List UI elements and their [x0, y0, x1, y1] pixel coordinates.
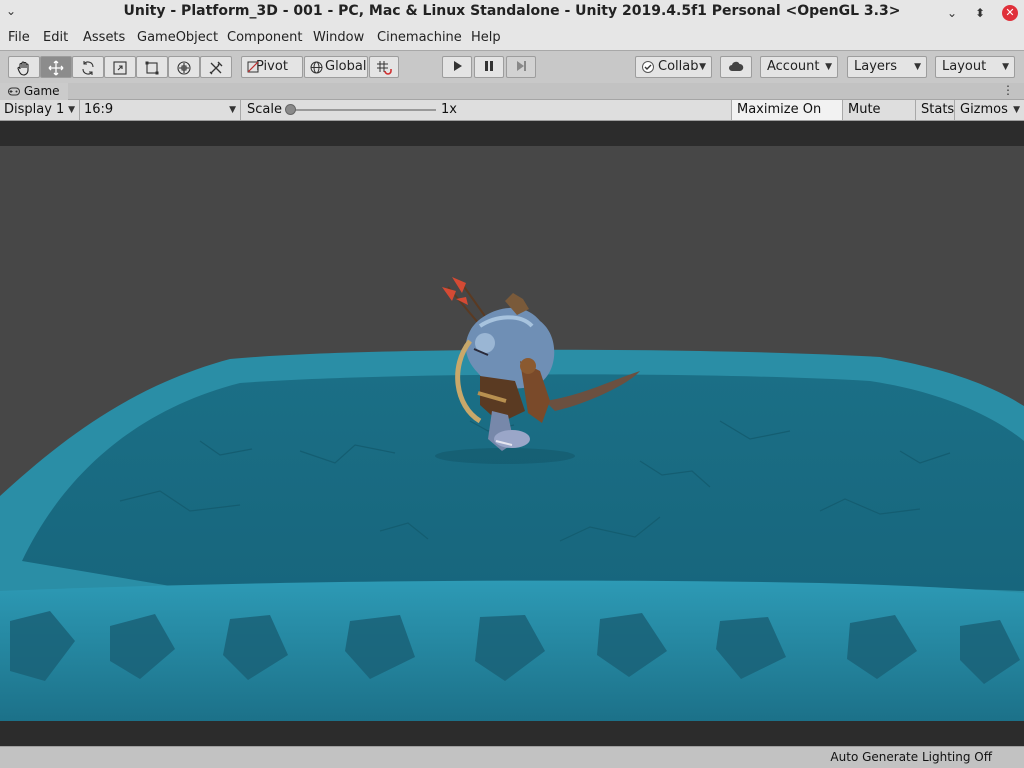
play-icon — [454, 61, 462, 71]
globe-icon — [310, 61, 323, 74]
pause-icon — [485, 61, 493, 71]
hand-tool-button[interactable] — [8, 56, 40, 78]
chevron-down-icon: ▼ — [1013, 105, 1020, 115]
window-title: Unity - Platform_3D - 001 - PC, Mac & Li… — [123, 3, 901, 19]
mute-audio-toggle[interactable]: Mute Audio — [842, 100, 916, 137]
menu-file[interactable]: File — [8, 30, 30, 45]
tab-game-label: Game — [23, 84, 60, 98]
lighting-status: Auto Generate Lighting Off — [830, 750, 992, 764]
letterbox-bottom — [0, 721, 1024, 746]
scale-label: Scale — [247, 102, 282, 117]
rotate-tool-button[interactable] — [72, 56, 104, 78]
minimize-button[interactable]: ⌄ — [944, 5, 960, 21]
collab-dropdown[interactable]: Collab ▼ — [635, 56, 712, 78]
game-scene — [0, 121, 1024, 746]
tab-game[interactable]: Game — [0, 83, 68, 100]
chevron-down-icon: ▼ — [1002, 62, 1009, 72]
game-view-controls: Display 1 ▼ 16:9 ▼ Scale 1x Maximize On … — [0, 100, 1024, 137]
menu-window[interactable]: Window — [313, 30, 364, 45]
menu-help[interactable]: Help — [471, 30, 501, 45]
hand-icon — [17, 61, 29, 76]
display-label: Display 1 — [4, 102, 65, 117]
global-label: Global — [325, 59, 367, 74]
layout-dropdown[interactable]: Layout ▼ — [935, 56, 1015, 78]
gizmos-dropdown[interactable]: Gizmos ▼ — [954, 100, 1024, 120]
game-viewport[interactable] — [0, 121, 1024, 746]
global-toggle[interactable]: Global — [304, 56, 368, 78]
account-label: Account — [767, 59, 820, 74]
menu-gameobject[interactable]: GameObject — [137, 30, 218, 45]
status-bar: Auto Generate Lighting Off — [0, 746, 1024, 768]
scale-slider-track[interactable] — [290, 109, 436, 111]
chevron-down-icon: ▼ — [914, 62, 921, 72]
play-button[interactable] — [442, 56, 472, 78]
checkmark-icon — [642, 61, 654, 73]
letterbox-top — [0, 121, 1024, 146]
cloud-icon — [729, 61, 744, 71]
menu-bar: File Edit Assets GameObject Component Wi… — [0, 26, 1024, 50]
pivot-label: Pivot — [256, 59, 288, 74]
kebab-menu-icon[interactable]: ⋮ — [1002, 83, 1014, 97]
scale-tool-button[interactable] — [104, 56, 136, 78]
custom-tools-icon — [209, 61, 223, 75]
grid-snap-button[interactable] — [369, 56, 399, 78]
chevron-down-icon: ▼ — [825, 62, 832, 72]
collab-label: Collab — [658, 59, 699, 74]
layers-dropdown[interactable]: Layers ▼ — [847, 56, 927, 78]
account-dropdown[interactable]: Account ▼ — [760, 56, 838, 78]
step-button[interactable] — [506, 56, 536, 78]
layout-label: Layout — [942, 59, 987, 74]
chevron-down-icon: ▼ — [229, 105, 236, 115]
cloud-button[interactable] — [720, 56, 752, 78]
aspect-label: 16:9 — [84, 102, 114, 117]
menu-edit[interactable]: Edit — [43, 30, 68, 45]
menu-component[interactable]: Component — [227, 30, 302, 45]
menu-assets[interactable]: Assets — [83, 30, 125, 45]
pivot-toggle[interactable]: Pivot — [241, 56, 303, 78]
pause-button[interactable] — [474, 56, 504, 78]
layers-label: Layers — [854, 59, 898, 74]
transform-icon — [177, 61, 191, 75]
pivot-icon — [247, 61, 259, 73]
aspect-dropdown[interactable]: 16:9 ▼ — [80, 100, 241, 120]
step-icon — [517, 61, 526, 71]
rect-transform-icon — [145, 61, 159, 75]
chevron-down-icon: ▼ — [699, 62, 706, 72]
scale-slider-handle[interactable] — [285, 104, 296, 115]
menu-cinemachine[interactable]: Cinemachine — [377, 30, 462, 45]
transform-tool-button[interactable] — [168, 56, 200, 78]
rect-tool-button[interactable] — [136, 56, 168, 78]
chevron-down-icon: ▼ — [68, 105, 75, 115]
title-bar: ⌄ Unity - Platform_3D - 001 - PC, Mac & … — [0, 0, 1024, 26]
grid-snap-icon — [377, 61, 392, 75]
move-icon — [48, 60, 64, 76]
main-toolbar: Pivot Global Collab ▼ Account ▼ Layers ▼… — [0, 50, 1024, 83]
stats-toggle[interactable]: Stats — [915, 100, 955, 120]
gizmos-label: Gizmos — [960, 102, 1008, 117]
display-dropdown[interactable]: Display 1 ▼ — [0, 100, 80, 120]
maximize-on-play-toggle[interactable]: Maximize On Play — [731, 100, 842, 137]
custom-tool-button[interactable] — [200, 56, 232, 78]
move-tool-button[interactable] — [40, 56, 72, 78]
game-tab-bar: Game ⋮ — [0, 83, 1024, 100]
gamepad-icon — [8, 87, 20, 96]
scale-value: 1x — [441, 102, 457, 117]
maximize-button[interactable]: ⬍ — [972, 5, 988, 21]
scale-icon — [113, 61, 127, 75]
rotate-icon — [82, 61, 94, 75]
close-button[interactable]: ✕ — [1002, 5, 1018, 21]
